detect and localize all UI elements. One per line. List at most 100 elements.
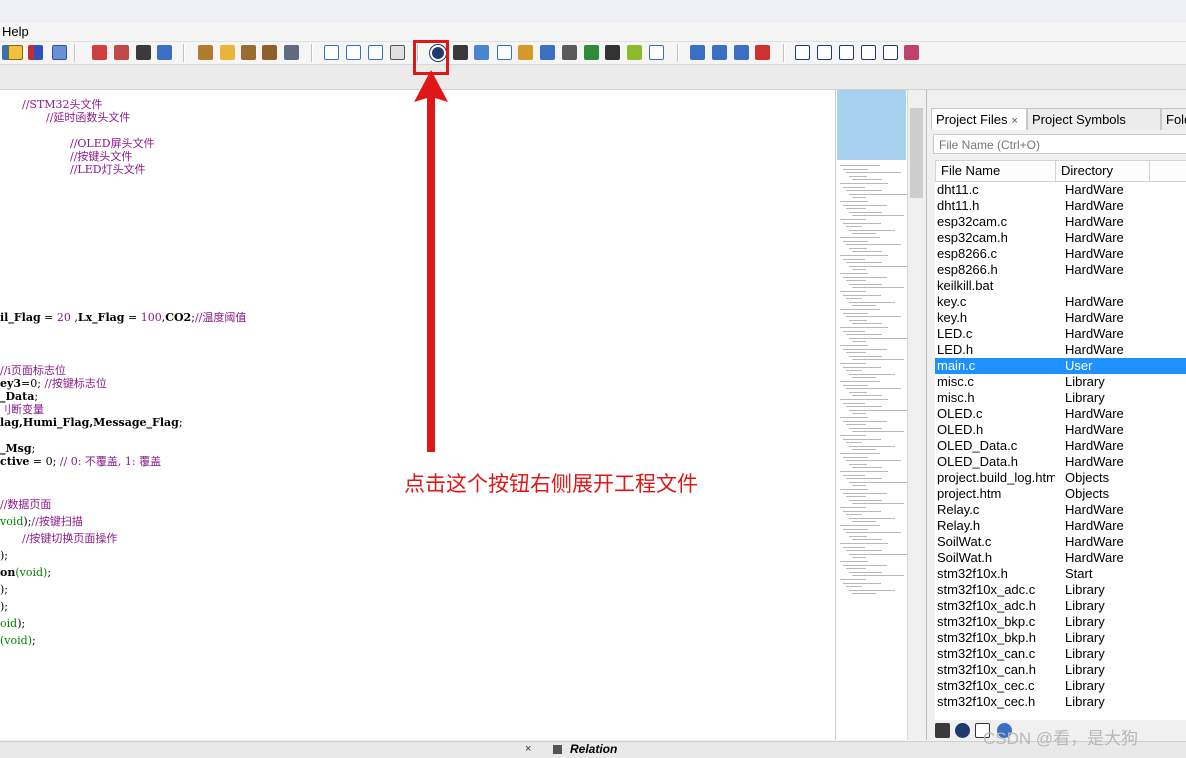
toolbar-f-icon[interactable] — [904, 45, 919, 60]
table-row[interactable]: esp8266.h HardWare — [935, 262, 1186, 278]
toolbar-stack-icon[interactable] — [198, 45, 213, 60]
toolbar-forward-icon[interactable] — [114, 45, 129, 60]
table-row[interactable]: LED.c HardWare — [935, 326, 1186, 342]
table-row[interactable]: esp32cam.c HardWare — [935, 214, 1186, 230]
toolbar-b-icon[interactable] — [817, 45, 832, 60]
toolbar-back-icon[interactable] — [92, 45, 107, 60]
refresh-icon[interactable] — [935, 723, 950, 738]
table-row[interactable]: stm32f10x_cec.c Library — [935, 678, 1186, 694]
minimap-line — [846, 568, 866, 570]
table-row[interactable]: stm32f10x_bkp.h Library — [935, 630, 1186, 646]
minimap-line — [852, 593, 876, 595]
table-row[interactable]: Relay.c HardWare — [935, 502, 1186, 518]
vertical-scrollbar[interactable] — [907, 90, 926, 740]
toolbar-window1-icon[interactable] — [324, 45, 339, 60]
toolbar-e-icon[interactable] — [883, 45, 898, 60]
table-row[interactable]: project.build_log.htm Objects — [935, 470, 1186, 486]
toolbar-window2-icon[interactable] — [346, 45, 361, 60]
minimap-line — [843, 582, 881, 584]
table-row[interactable]: key.c HardWare — [935, 294, 1186, 310]
table-row[interactable]: stm32f10x_adc.c Library — [935, 582, 1186, 598]
toolbar-globe-icon[interactable] — [584, 45, 599, 60]
table-row[interactable]: OLED.c HardWare — [935, 406, 1186, 422]
toolbar-bookmark-icon[interactable] — [157, 45, 172, 60]
toolbar-r-icon[interactable] — [284, 45, 299, 60]
minimap-line — [843, 168, 868, 170]
toolbar-info-icon[interactable] — [220, 45, 235, 60]
toolbar-doc-icon[interactable] — [497, 45, 512, 60]
project-icon[interactable] — [955, 723, 970, 738]
toolbar-chart-icon[interactable] — [518, 45, 533, 60]
table-row[interactable]: misc.c Library — [935, 374, 1186, 390]
minimap[interactable] — [835, 90, 908, 740]
table-row[interactable]: stm32f10x_adc.h Library — [935, 598, 1186, 614]
toolbar-plus-minus-icon[interactable] — [690, 45, 705, 60]
file-name-cell: main.c — [937, 358, 976, 373]
column-file-name[interactable]: File Name — [936, 161, 1056, 181]
relation-tab-label[interactable]: Relation — [570, 742, 617, 756]
table-row[interactable]: SoilWat.c HardWare — [935, 534, 1186, 550]
menu-help[interactable]: Help — [2, 24, 29, 39]
code-line: lag,Humi_Flag,Message_Flag; — [0, 416, 183, 429]
toolbar-window3-icon[interactable] — [368, 45, 383, 60]
file-search-field[interactable] — [933, 134, 1186, 154]
table-row[interactable]: stm32f10x_can.h Library — [935, 662, 1186, 678]
toolbar-window4-icon[interactable] — [390, 45, 405, 60]
table-row[interactable]: OLED.h HardWare — [935, 422, 1186, 438]
toolbar-save-icon[interactable] — [8, 45, 23, 60]
directory-cell: Library — [1065, 630, 1105, 645]
minimap-viewport[interactable] — [837, 90, 906, 160]
minimap-line — [843, 222, 881, 224]
close-icon[interactable]: × — [525, 743, 531, 755]
table-row[interactable]: esp32cam.h HardWare — [935, 230, 1186, 246]
toolbar-house-icon[interactable] — [262, 45, 277, 60]
minimap-line — [852, 449, 876, 451]
scrollbar-thumb[interactable] — [910, 108, 923, 198]
toolbar-panel-icon[interactable] — [540, 45, 555, 60]
table-row[interactable]: Relay.h HardWare — [935, 518, 1186, 534]
toolbar-clip-icon[interactable] — [562, 45, 577, 60]
table-row[interactable]: stm32f10x.h Start — [935, 566, 1186, 582]
table-row[interactable]: misc.h Library — [935, 390, 1186, 406]
table-row[interactable]: stm32f10x_cec.h Library — [935, 694, 1186, 710]
file-search-input[interactable] — [939, 136, 1179, 154]
toolbar-tree-icon[interactable] — [474, 45, 489, 60]
minimap-line — [846, 406, 882, 408]
table-row[interactable]: SoilWat.h HardWare — [935, 550, 1186, 566]
toolbar-find-icon[interactable] — [52, 45, 67, 60]
minimap-line — [843, 258, 865, 260]
table-row[interactable]: stm32f10x_can.c Library — [935, 646, 1186, 662]
table-row[interactable]: main.c User — [935, 358, 1186, 374]
minimap-line — [846, 280, 866, 282]
table-row[interactable]: esp8266.c HardWare — [935, 246, 1186, 262]
table-row[interactable]: dht11.c HardWare — [935, 182, 1186, 198]
table-row[interactable]: stm32f10x_bkp.c Library — [935, 614, 1186, 630]
toolbar-symbols-icon[interactable] — [453, 45, 468, 60]
table-row[interactable]: key.h HardWare — [935, 310, 1186, 326]
table-row[interactable]: keilkill.bat — [935, 278, 1186, 294]
tab-project-files[interactable]: Project Files × — [931, 108, 1027, 130]
toolbar-delete-icon[interactable] — [755, 45, 770, 60]
table-row[interactable]: dht11.h HardWare — [935, 198, 1186, 214]
toolbar-list-icon[interactable] — [136, 45, 151, 60]
toolbar-bird-icon[interactable] — [605, 45, 620, 60]
toolbar-remove-line-icon[interactable] — [734, 45, 749, 60]
code-line: ey3=0; //按键标志位 — [0, 377, 107, 390]
table-row[interactable]: LED.h HardWare — [935, 342, 1186, 358]
tab-folders[interactable]: Folders — [1161, 108, 1186, 130]
toolbar-goto-icon[interactable] — [28, 45, 43, 60]
toolbar-people-icon[interactable] — [627, 45, 642, 60]
toolbar-d-icon[interactable] — [861, 45, 876, 60]
table-row[interactable]: OLED_Data.h HardWare — [935, 454, 1186, 470]
tab-project-symbols[interactable]: Project Symbols — [1027, 108, 1161, 130]
toolbar-c-icon[interactable] — [839, 45, 854, 60]
toolbar-book-icon[interactable] — [241, 45, 256, 60]
toolbar-a-icon[interactable] — [795, 45, 810, 60]
column-directory[interactable]: Directory — [1056, 161, 1150, 181]
minimap-line — [840, 579, 866, 580]
toolbar-add-line-icon[interactable] — [712, 45, 727, 60]
close-icon[interactable]: × — [1012, 115, 1018, 127]
table-row[interactable]: project.htm Objects — [935, 486, 1186, 502]
toolbar-grid-icon[interactable] — [649, 45, 664, 60]
table-row[interactable]: OLED_Data.c HardWare — [935, 438, 1186, 454]
